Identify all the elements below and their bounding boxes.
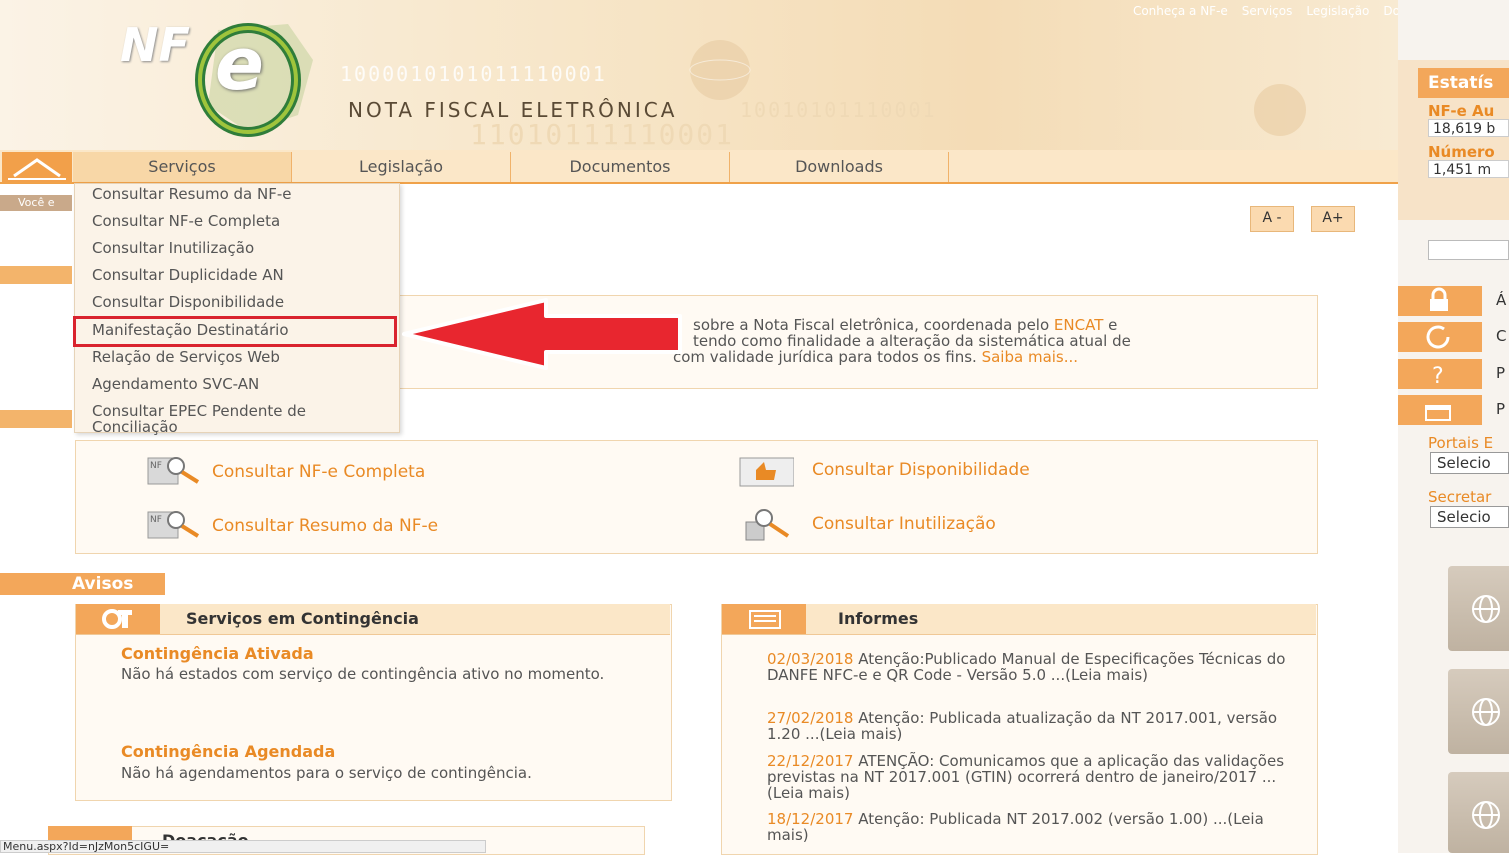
highlight-box (73, 316, 397, 347)
left-rail-tab (0, 266, 72, 284)
consultar-nfe-completa-link[interactable]: Consultar NF-e Completa (212, 462, 425, 482)
window-add-icon (1425, 405, 1451, 421)
gears-icon (102, 609, 132, 629)
portal-globe-button[interactable] (1448, 669, 1509, 754)
saiba-mais-link[interactable]: Saiba mais... (982, 348, 1078, 366)
sidebar-link-c[interactable]: C (1496, 327, 1506, 345)
menu-item-consultar-epec[interactable]: Consultar EPEC Pendente de Conciliação (92, 403, 362, 435)
refresh-icon (1426, 325, 1450, 349)
home-icon (8, 158, 66, 180)
trash-search-icon (745, 509, 790, 541)
globe-decoration-icon (1254, 84, 1306, 136)
nfe-search-icon: NF (147, 511, 200, 539)
breadcrumb: Você e (0, 195, 72, 211)
svg-text:NF: NF (150, 515, 162, 525)
sidebar-link-a[interactable]: Á (1496, 291, 1506, 309)
menu-item-consultar-resumo[interactable]: Consultar Resumo da NF-e (92, 186, 392, 202)
tab-servicos[interactable]: Serviços (73, 152, 292, 182)
lock-button[interactable] (1398, 286, 1482, 316)
consultar-inutilizacao-link[interactable]: Consultar Inutilização (812, 514, 996, 534)
news-item[interactable]: 27/02/2018 Atenção: Publicada atualizaçã… (767, 710, 1307, 742)
search-input[interactable] (1428, 240, 1509, 260)
informes-panel-header (722, 604, 1316, 635)
nfe-autorizadas-label: NF-e Au (1428, 102, 1495, 120)
avisos-heading: Avisos (0, 573, 165, 595)
tab-legislacao[interactable]: Legislação (292, 152, 511, 182)
globe-icon (1472, 595, 1500, 623)
menu-item-consultar-inutilizacao[interactable]: Consultar Inutilização (92, 240, 392, 256)
quick-links-box (75, 440, 1318, 554)
red-arrow-icon (402, 298, 682, 370)
site-header: 1000010101011110001 10010101110001 11010… (0, 0, 1400, 150)
news-item[interactable]: 02/03/2018 Atenção:Publicado Manual de E… (767, 651, 1307, 683)
home-button[interactable] (2, 152, 72, 182)
help-button[interactable]: ? (1398, 359, 1482, 389)
menu-item-consultar-duplicidade[interactable]: Consultar Duplicidade AN (92, 267, 392, 283)
svg-text:NF: NF (150, 461, 162, 471)
top-link-legislacao[interactable]: Legislação (1306, 4, 1369, 18)
site-title: NOTA FISCAL ELETRÔNICA (348, 98, 678, 122)
globe-icon (1472, 801, 1500, 829)
window-button[interactable] (1398, 395, 1482, 425)
top-links: Conheça a NF-e Serviços Legislação Do (1119, 4, 1400, 18)
news-item[interactable]: 18/12/2017 Atenção: Publicada NT 2017.00… (767, 811, 1307, 843)
font-decrease-button[interactable]: A - (1250, 206, 1294, 232)
contingencia-ativada-title: Contingência Ativada (121, 644, 314, 663)
svg-text:?: ? (1432, 364, 1444, 389)
nfe-autorizadas-value: 18,619 b (1428, 119, 1509, 137)
tab-downloads[interactable]: Downloads (730, 152, 949, 182)
top-link-conheca[interactable]: Conheça a NF-e (1133, 4, 1228, 18)
logo-letter: e (215, 22, 264, 106)
logo-text: NF (120, 18, 190, 72)
secretarias-label: Secretar (1428, 488, 1492, 506)
sidebar-link-p2[interactable]: P (1496, 400, 1505, 418)
consultar-disponibilidade-link[interactable]: Consultar Disponibilidade (812, 460, 1030, 480)
top-link-servicos[interactable]: Serviços (1242, 4, 1293, 18)
portais-label: Portais E (1428, 434, 1494, 452)
browser-status-bar: Menu.aspx?Id=nJzMon5cIGU= (0, 840, 486, 853)
sidebar-link-p[interactable]: P (1496, 364, 1505, 382)
menu-item-consultar-completa[interactable]: Consultar NF-e Completa (92, 213, 392, 229)
numero-label: Número (1428, 143, 1495, 161)
news-item[interactable]: 22/12/2017 ATENÇÃO: Comunicamos que a ap… (767, 753, 1307, 801)
refresh-button[interactable] (1398, 322, 1482, 352)
tab-documentos[interactable]: Documentos (511, 152, 730, 182)
globe-icon (1472, 698, 1500, 726)
contingencia-title: Serviços em Contingência (186, 609, 419, 628)
contingencia-agendada-text: Não há agendamentos para o serviço de co… (121, 764, 532, 782)
stats-title: Estatís (1418, 68, 1509, 98)
binary-decoration: 1000010101011110001 (340, 62, 607, 86)
thumbs-up-icon (739, 457, 794, 487)
portal-globe-button[interactable] (1448, 566, 1509, 651)
portal-globe-button[interactable] (1448, 772, 1509, 853)
lock-icon (1430, 287, 1448, 311)
left-rail-tab (0, 410, 72, 428)
contingencia-agendada-title: Contingência Agendada (121, 742, 336, 761)
question-icon: ? (1432, 364, 1444, 389)
portais-select[interactable]: Selecio (1430, 452, 1509, 474)
newspaper-icon (749, 610, 781, 629)
font-increase-button[interactable]: A+ (1311, 206, 1355, 232)
nfe-search-icon: NF (147, 457, 200, 485)
news-icon-box (722, 604, 806, 634)
globe-decoration-icon (689, 40, 751, 100)
menu-item-consultar-disponibilidade[interactable]: Consultar Disponibilidade (92, 294, 392, 310)
secretarias-select[interactable]: Selecio (1430, 506, 1509, 528)
contingencia-ativada-text: Não há estados com serviço de contingênc… (121, 665, 605, 683)
numero-value: 1,451 m (1428, 160, 1509, 178)
binary-decoration: 11010111110001 (470, 118, 735, 150)
menu-item-agendamento-svc[interactable]: Agendamento SVC-AN (92, 376, 392, 392)
informes-title: Informes (838, 609, 919, 628)
consultar-resumo-link[interactable]: Consultar Resumo da NF-e (212, 516, 438, 536)
menu-item-relacao-servicos[interactable]: Relação de Serviços Web (92, 349, 392, 365)
gears-icon-box (76, 604, 160, 634)
